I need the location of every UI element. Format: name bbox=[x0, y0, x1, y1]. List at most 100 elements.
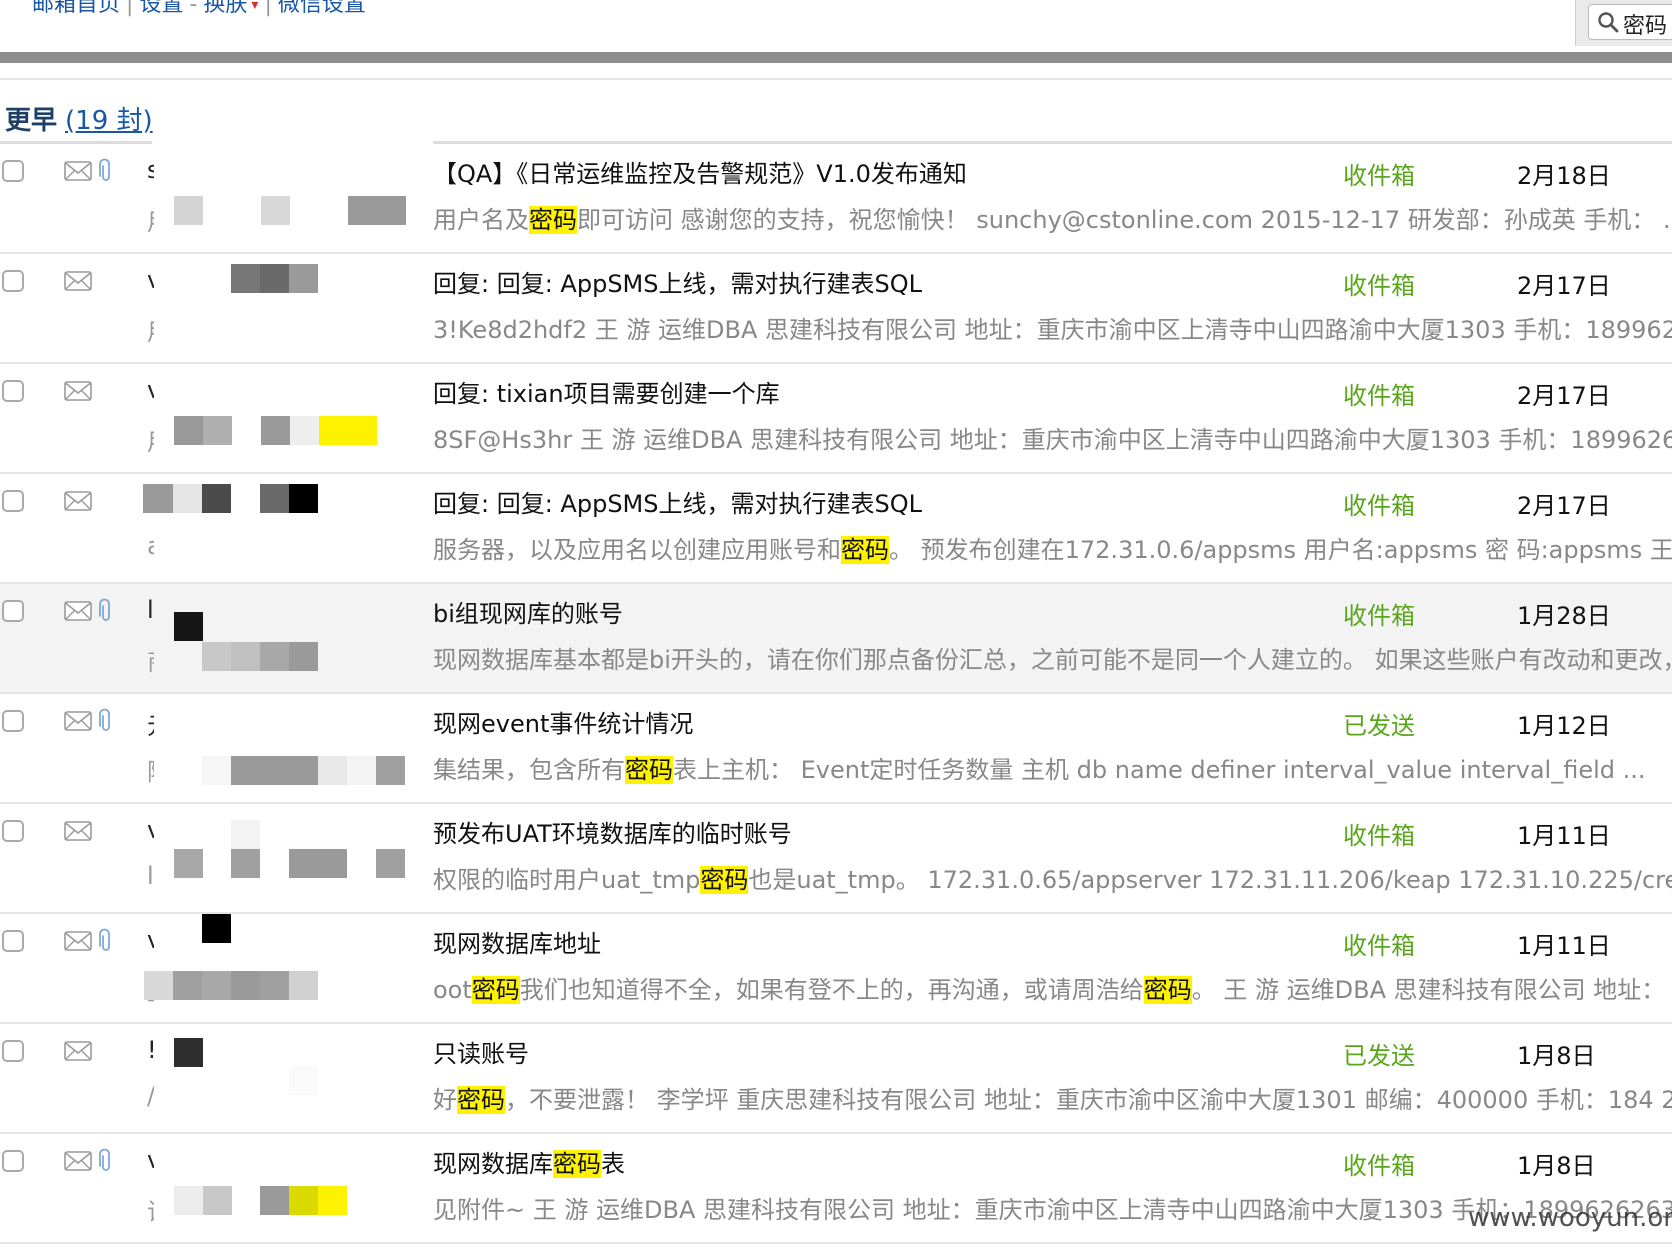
envelope-icon bbox=[64, 271, 92, 291]
mosaic-block bbox=[174, 416, 203, 445]
mail-row[interactable]: l商bi组现网库的账号现网数据库基本都是bi开头的，请在你们那点备份汇总，之前可… bbox=[0, 584, 1672, 694]
mail-folder[interactable]: 收件箱 bbox=[1343, 596, 1415, 631]
mail-row[interactable]: s用【QA】《日常运维监控及告警规范》V1.0发布通知用户名及密码即可访问 感谢… bbox=[0, 144, 1672, 254]
mail-subject[interactable]: 回复: tixian项目需要创建一个库 bbox=[433, 374, 1313, 409]
mail-folder[interactable]: 收件箱 bbox=[1343, 926, 1415, 961]
text-segment: 。 预发布创建在172.31.0.6/appsms 用户名:appsms 密 码… bbox=[889, 536, 1672, 564]
mail-subject[interactable]: 【QA】《日常运维监控及告警规范》V1.0发布通知 bbox=[433, 154, 1313, 189]
mail-checkbox[interactable] bbox=[2, 490, 24, 512]
mail-subject[interactable]: 预发布UAT环境数据库的临时账号 bbox=[433, 814, 1313, 849]
mosaic-block bbox=[289, 484, 318, 513]
mosaic-block bbox=[202, 642, 231, 671]
mosaic-block bbox=[318, 756, 347, 785]
mail-checkbox[interactable] bbox=[2, 820, 24, 842]
mail-preview: 8SF@Hs3hr 王 游 运维DBA 思建科技有限公司 地址：重庆市渝中区上清… bbox=[433, 420, 1672, 455]
envelope-icon bbox=[64, 381, 92, 401]
mail-folder[interactable]: 已发送 bbox=[1343, 1036, 1415, 1071]
envelope-icon bbox=[64, 601, 92, 621]
text-segment: 现网event事件统计情况 bbox=[433, 710, 694, 738]
mail-row[interactable]: va回复: 回复: AppSMS上线，需对执行建表SQL服务器，以及应用名以创建… bbox=[0, 474, 1672, 584]
mosaic-block bbox=[376, 849, 405, 878]
mail-row[interactable]: v用回复: tixian项目需要创建一个库8SF@Hs3hr 王 游 运维DBA… bbox=[0, 364, 1672, 474]
text-segment: 现网数据库 bbox=[433, 1150, 553, 1178]
mail-folder[interactable]: 收件箱 bbox=[1343, 486, 1415, 521]
redacted-sender bbox=[154, 804, 433, 912]
nav-settings-link[interactable]: 设置 bbox=[139, 0, 183, 18]
mail-row[interactable]: v请现网数据库密码表见附件~ 王 游 运维DBA 思建科技有限公司 地址：重庆市… bbox=[0, 1134, 1672, 1244]
mail-checkbox[interactable] bbox=[2, 160, 24, 182]
search-highlight: 密码 bbox=[1143, 976, 1192, 1004]
text-segment: 现网数据库基本都是bi开头的，请在你们那点备份汇总，之前可能不是同一个人建立的。… bbox=[433, 646, 1672, 674]
text-segment: 回复: tixian项目需要创建一个库 bbox=[433, 380, 780, 408]
top-toolbar: 邮箱首页 | 设置 - 换肤 ▾ | 微信设置 密码 bbox=[0, 0, 1672, 52]
redacted-sender bbox=[154, 144, 433, 252]
mail-checkbox[interactable] bbox=[2, 930, 24, 952]
mail-checkbox[interactable] bbox=[2, 270, 24, 292]
text-segment: 预发布UAT环境数据库的临时账号 bbox=[433, 820, 792, 848]
group-title: 更早 bbox=[5, 106, 58, 136]
mail-subject[interactable]: 现网数据库地址 bbox=[433, 924, 1313, 959]
envelope-icon bbox=[64, 1151, 92, 1171]
text-segment: 表上主机： Event定时任务数量 主机 db name definer int… bbox=[673, 756, 1646, 784]
mail-row[interactable]: 元附现网event事件统计情况集结果，包含所有密码表上主机： Event定时任务… bbox=[0, 694, 1672, 804]
mail-subject[interactable]: 现网event事件统计情况 bbox=[433, 704, 1313, 739]
mail-row[interactable]: v l 预发布UAT环境数据库的临时账号 权限的临时用户uat_tmp密码也是uat_… bbox=[0, 804, 1672, 914]
mosaic-block bbox=[290, 416, 319, 445]
text-segment: bi组现网库的账号 bbox=[433, 600, 623, 628]
nav-mailbox-home-link[interactable]: 邮箱首页 bbox=[32, 0, 120, 18]
mail-date: 1月8日 bbox=[1517, 1152, 1596, 1180]
text-segment: 好 bbox=[433, 1086, 457, 1114]
search-input[interactable]: 密码 bbox=[1588, 4, 1672, 40]
text-segment: 用户名及 bbox=[433, 206, 529, 234]
search-highlight: 密码 bbox=[457, 1086, 505, 1114]
redacted-sender bbox=[154, 1024, 433, 1132]
watermark: www.wooyun.org bbox=[1468, 1203, 1672, 1233]
search-query-text[interactable]: 密码 bbox=[1623, 8, 1667, 40]
mosaic-block bbox=[174, 1186, 203, 1215]
mail-row[interactable]: v王现网数据库地址oot密码我们也知道得不全，如果有登不上的，再沟通，或请周浩给… bbox=[0, 914, 1672, 1024]
mail-subject[interactable]: 只读账号 bbox=[433, 1034, 1313, 1069]
text-segment: 现网数据库地址 bbox=[433, 930, 601, 958]
mail-subject[interactable]: 回复: 回复: AppSMS上线，需对执行建表SQL bbox=[433, 264, 1313, 299]
mosaic-block bbox=[203, 1186, 232, 1215]
mail-checkbox[interactable] bbox=[2, 1150, 24, 1172]
mail-checkbox[interactable] bbox=[2, 600, 24, 622]
search-highlight: 密码 bbox=[841, 536, 889, 564]
mosaic-block bbox=[231, 642, 260, 671]
nav-separator: | bbox=[264, 0, 272, 17]
mail-subject[interactable]: 回复: 回复: AppSMS上线，需对执行建表SQL bbox=[433, 484, 1313, 519]
group-count-link[interactable]: (19 封) bbox=[65, 106, 153, 136]
search-icon[interactable] bbox=[1597, 11, 1619, 33]
mail-folder[interactable]: 已发送 bbox=[1343, 706, 1415, 741]
search-highlight: 密码 bbox=[625, 756, 673, 784]
text-segment: 。 王 游 运维DBA 思建科技有限公司 地址： ... bbox=[1191, 976, 1672, 1004]
text-segment: 我们也知道得不全，如果有登不上的，再沟通，或请周浩给 bbox=[519, 976, 1144, 1004]
mail-folder[interactable]: 收件箱 bbox=[1343, 1146, 1415, 1181]
mosaic-block bbox=[289, 971, 318, 1000]
mail-folder[interactable]: 收件箱 bbox=[1343, 376, 1415, 411]
mail-checkbox[interactable] bbox=[2, 1040, 24, 1062]
mail-checkbox[interactable] bbox=[2, 710, 24, 732]
mail-row[interactable]: !/只读账号好密码，不要泄露！ 李学坪 重庆思建科技有限公司 地址：重庆市渝中区… bbox=[0, 1024, 1672, 1134]
mail-folder[interactable]: 收件箱 bbox=[1343, 156, 1415, 191]
mail-row[interactable]: v用回复: 回复: AppSMS上线，需对执行建表SQL3!Ke8d2hdf2 … bbox=[0, 254, 1672, 364]
mosaic-block bbox=[260, 484, 289, 513]
mail-folder[interactable]: 收件箱 bbox=[1343, 816, 1415, 851]
mail-subject[interactable]: bi组现网库的账号 bbox=[433, 594, 1313, 629]
skin-dropdown-icon[interactable]: ▾ bbox=[251, 0, 258, 13]
search-highlight: 密码 bbox=[553, 1150, 601, 1178]
nav-skin-link[interactable]: 换肤 bbox=[203, 0, 247, 18]
nav-wechat-settings-link[interactable]: 微信设置 bbox=[278, 0, 366, 18]
mosaic-block bbox=[260, 1186, 289, 1215]
mosaic-block bbox=[203, 416, 232, 445]
envelope-icon bbox=[64, 821, 92, 841]
top-nav: 邮箱首页 | 设置 - 换肤 ▾ | 微信设置 bbox=[32, 0, 366, 18]
toolbar-divider bbox=[0, 52, 1672, 63]
mail-checkbox[interactable] bbox=[2, 380, 24, 402]
mail-folder[interactable]: 收件箱 bbox=[1343, 266, 1415, 301]
mosaic-block bbox=[173, 484, 203, 513]
mail-subject[interactable]: 现网数据库密码表 bbox=[433, 1144, 1313, 1179]
mosaic-block bbox=[231, 971, 260, 1000]
paperclip-icon bbox=[99, 928, 110, 951]
mosaic-block bbox=[144, 971, 173, 1000]
